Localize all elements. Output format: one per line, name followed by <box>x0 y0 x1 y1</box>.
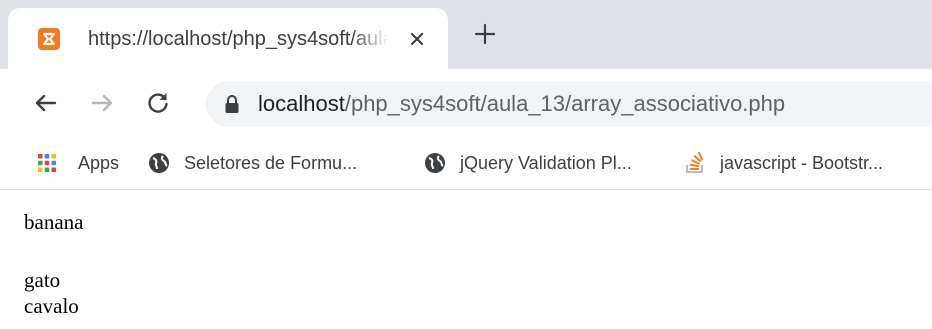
reload-icon[interactable] <box>144 89 172 117</box>
page-content: banana gato cavalo <box>0 191 932 329</box>
globe-icon <box>424 152 446 174</box>
globe-icon <box>148 152 170 174</box>
browser-toolbar: localhost/php_sys4soft/aula_13/array_ass… <box>0 69 932 136</box>
xampp-icon <box>38 28 60 50</box>
url-path: /php_sys4soft/aula_13/array_associativo.… <box>344 91 786 116</box>
close-tab-icon[interactable] <box>403 25 431 53</box>
output-line: gato <box>24 268 61 292</box>
apps-grid-icon <box>36 152 58 174</box>
bookmark-label: jQuery Validation Pl... <box>460 153 632 173</box>
bookmarks-bar: Apps Seletores de Formu... jQuery Valida… <box>0 136 932 190</box>
address-bar[interactable]: localhost/php_sys4soft/aula_13/array_ass… <box>206 81 932 127</box>
bookmark-label: Apps <box>78 153 120 173</box>
tab-strip: https://localhost/php_sys4soft/aula_13/a… <box>0 0 932 69</box>
bookmark-jquery-validation[interactable]: jQuery Validation Pl... <box>424 149 674 177</box>
url-host: localhost <box>258 91 345 116</box>
tab-title: https://localhost/php_sys4soft/aula_13/a… <box>88 28 388 50</box>
lock-icon[interactable] <box>224 94 240 114</box>
browser-tab[interactable]: https://localhost/php_sys4soft/aula_13/a… <box>8 8 448 69</box>
output-line: cavalo <box>24 294 79 318</box>
bookmark-label: Seletores de Formu... <box>184 153 358 173</box>
bookmark-apps[interactable]: Apps <box>36 149 136 177</box>
bookmark-seletores[interactable]: Seletores de Formu... <box>148 149 396 177</box>
back-icon[interactable] <box>32 89 60 117</box>
stackoverflow-icon <box>684 151 706 174</box>
forward-icon[interactable] <box>88 89 116 117</box>
bookmark-label: javascript - Bootstr... <box>720 153 884 173</box>
url-text[interactable]: localhost/php_sys4soft/aula_13/array_ass… <box>258 90 785 118</box>
bookmark-stackoverflow[interactable]: javascript - Bootstr... <box>684 149 932 177</box>
output-line: banana <box>24 210 84 234</box>
new-tab-icon[interactable] <box>472 21 498 47</box>
